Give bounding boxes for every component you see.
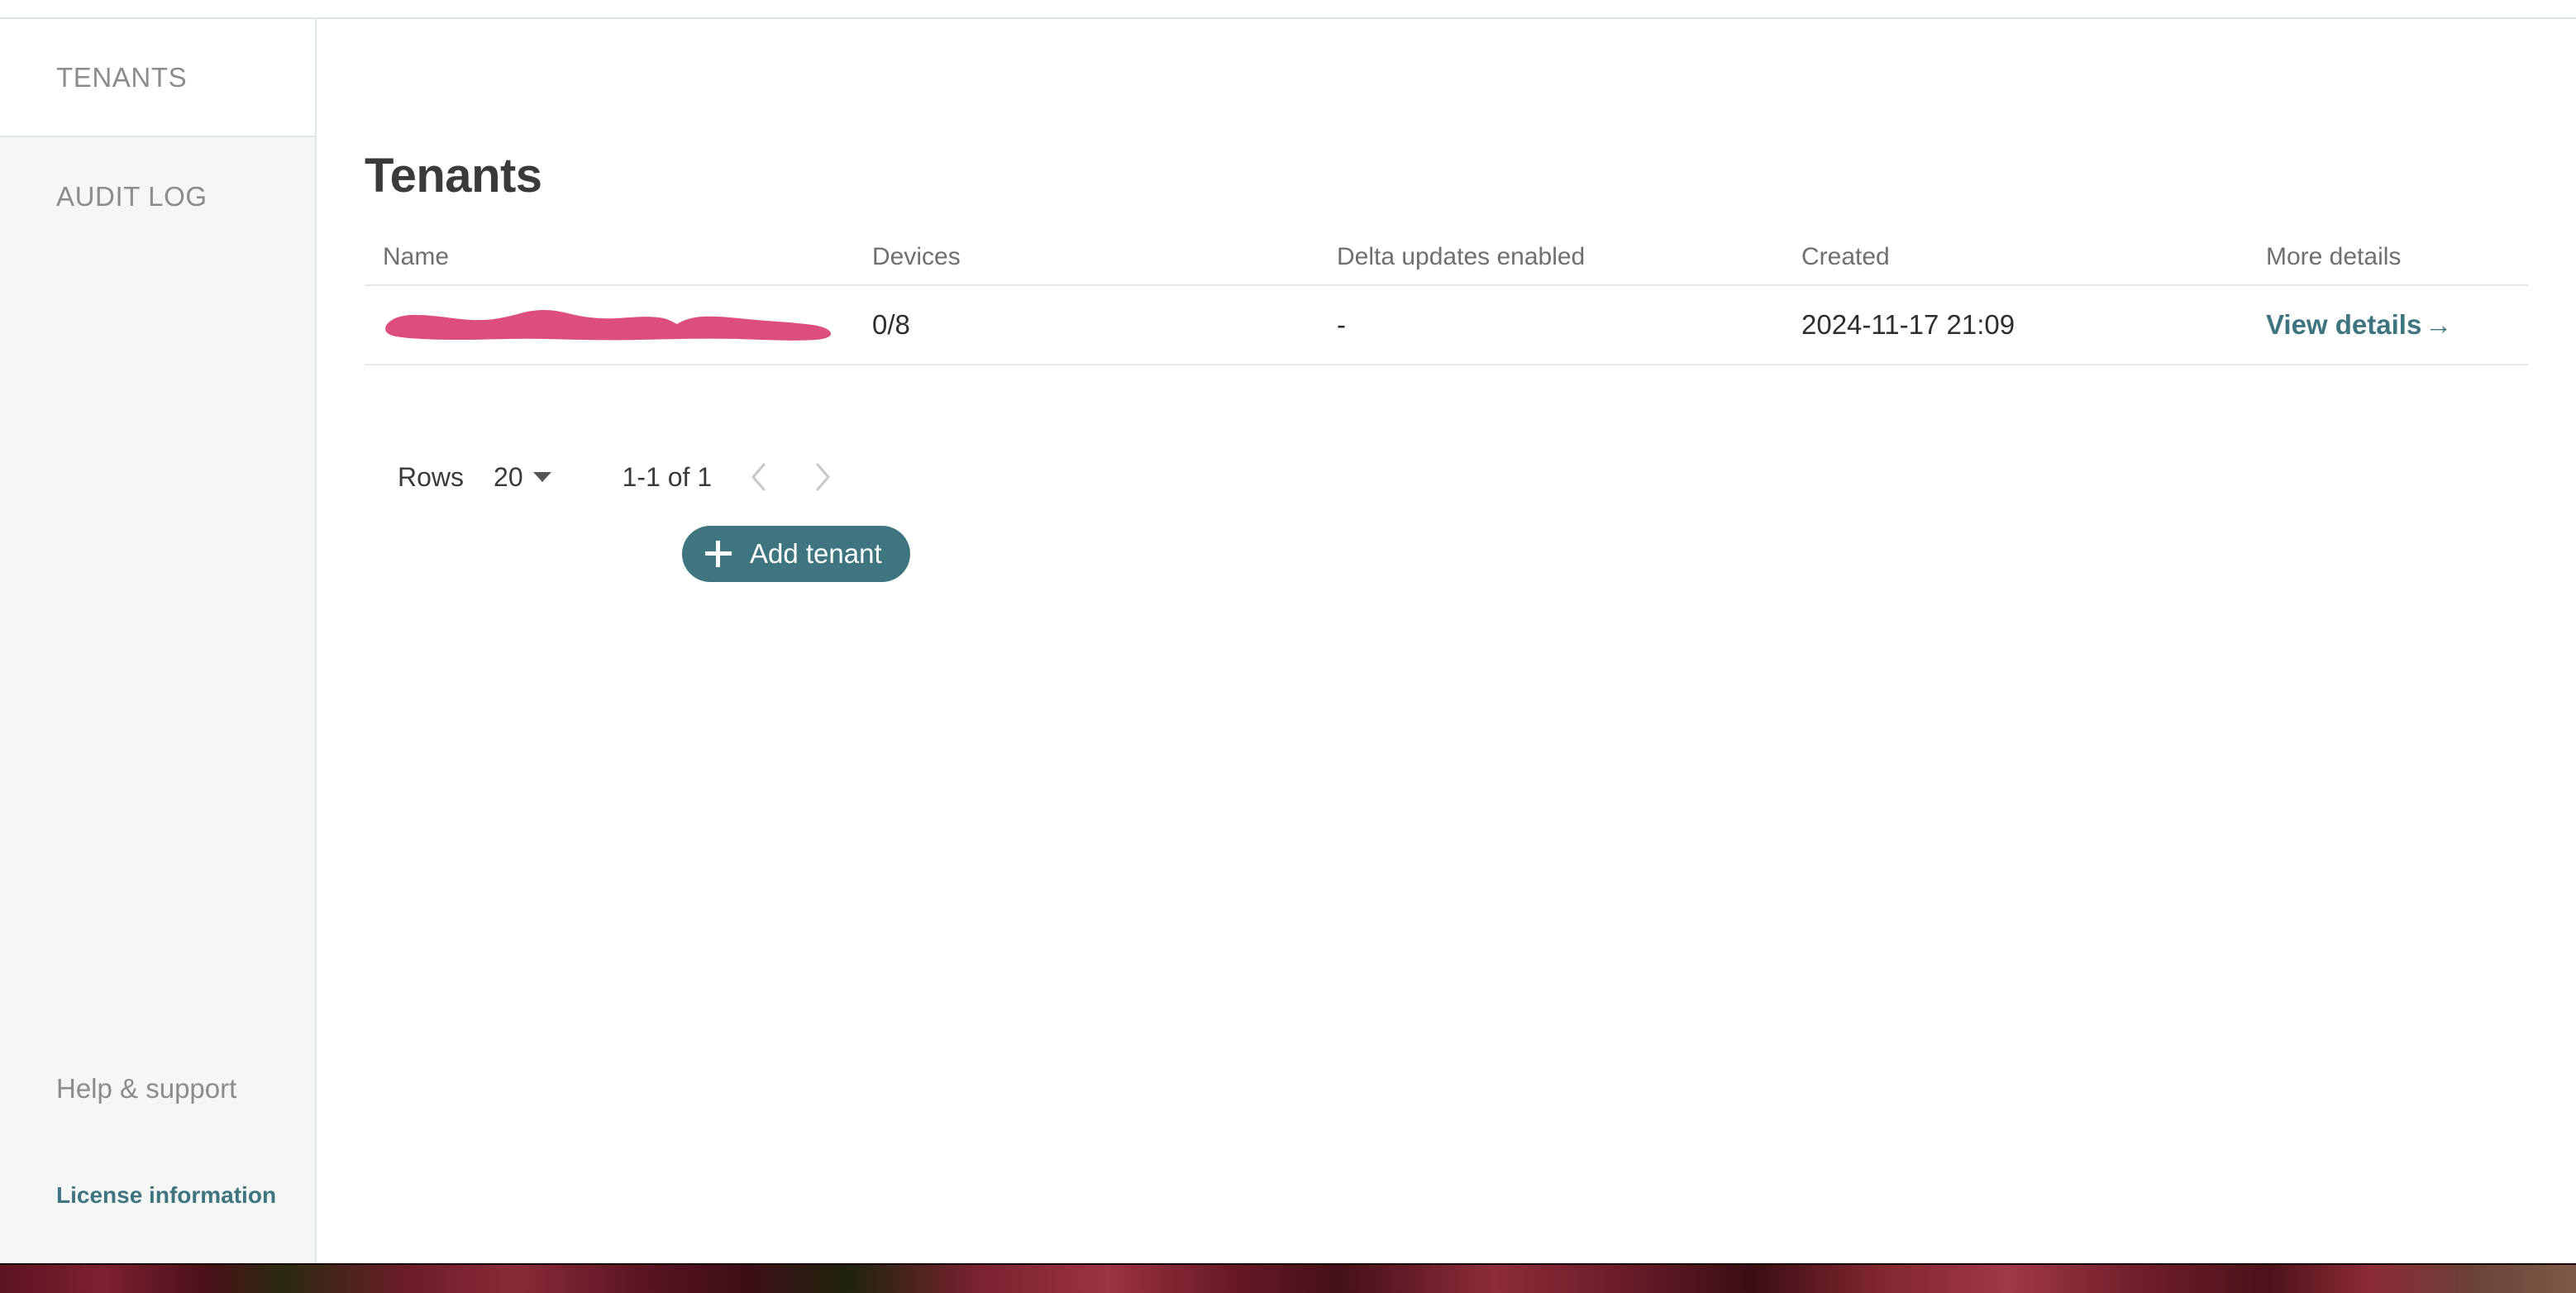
view-details-label: View details <box>2266 309 2422 340</box>
cell-delta-updates-enabled: - <box>1337 309 1346 340</box>
add-tenant-label: Add tenant <box>750 538 882 569</box>
sidebar-item-tenants[interactable]: TENANTS <box>0 19 315 137</box>
rows-label: Rows <box>398 461 465 492</box>
column-header-more-details: More details <box>2266 243 2402 270</box>
next-page-button[interactable] <box>804 456 841 499</box>
rows-per-page-value: 20 <box>494 461 523 492</box>
tenants-table: Name Devices Delta updates enabled Creat… <box>365 230 2529 365</box>
sidebar-footer: Help & support License information <box>0 1073 315 1263</box>
sidebar-item-help-support[interactable]: Help & support <box>0 1073 315 1105</box>
pagination-controls: Rows 20 1-1 of 1 <box>365 452 841 502</box>
table-row[interactable]: 0/8 - 2024-11-17 21:09 View details → <box>365 286 2529 365</box>
page-title: Tenants <box>365 148 542 203</box>
cell-more-details: View details → <box>2248 309 2529 341</box>
sidebar-item-license-information[interactable]: License information <box>0 1182 315 1209</box>
sidebar: TENANTS AUDIT LOG Help & support License… <box>0 19 317 1263</box>
chevron-down-icon <box>532 472 551 482</box>
desktop-wallpaper-strip <box>0 1263 2576 1293</box>
rows-per-page-select[interactable]: 20 <box>494 462 551 493</box>
chevron-right-icon <box>816 463 830 491</box>
previous-page-button[interactable] <box>740 456 776 499</box>
cell-devices: 0/8 <box>872 309 910 340</box>
view-details-link[interactable]: View details → <box>2266 309 2452 340</box>
add-tenant-button[interactable]: Add tenant <box>682 526 910 582</box>
help-support-label: Help & support <box>56 1073 237 1104</box>
arrow-right-icon: → <box>2425 309 2453 340</box>
sidebar-item-audit-log[interactable]: AUDIT LOG <box>0 137 315 255</box>
chevron-left-icon <box>751 463 766 491</box>
license-information-label: License information <box>56 1182 277 1208</box>
column-header-devices: Devices <box>872 243 961 270</box>
pagination-range-label: 1-1 of 1 <box>622 461 713 492</box>
column-header-created: Created <box>1801 243 1890 270</box>
column-header-delta-updates-enabled: Delta updates enabled <box>1337 243 1586 270</box>
sidebar-item-label: TENANTS <box>56 61 188 93</box>
redaction-mark-icon <box>385 310 832 341</box>
app-viewport: TENANTS AUDIT LOG Help & support License… <box>0 0 2576 1263</box>
plus-icon <box>705 541 732 567</box>
cell-name <box>365 308 854 342</box>
cell-created: 2024-11-17 21:09 <box>1801 309 2015 340</box>
column-header-name: Name <box>383 243 450 270</box>
main-content: Tenants Name Devices Delta updates enabl… <box>318 19 2576 1263</box>
sidebar-item-label: AUDIT LOG <box>56 180 208 212</box>
table-header-row: Name Devices Delta updates enabled Creat… <box>365 230 2529 286</box>
